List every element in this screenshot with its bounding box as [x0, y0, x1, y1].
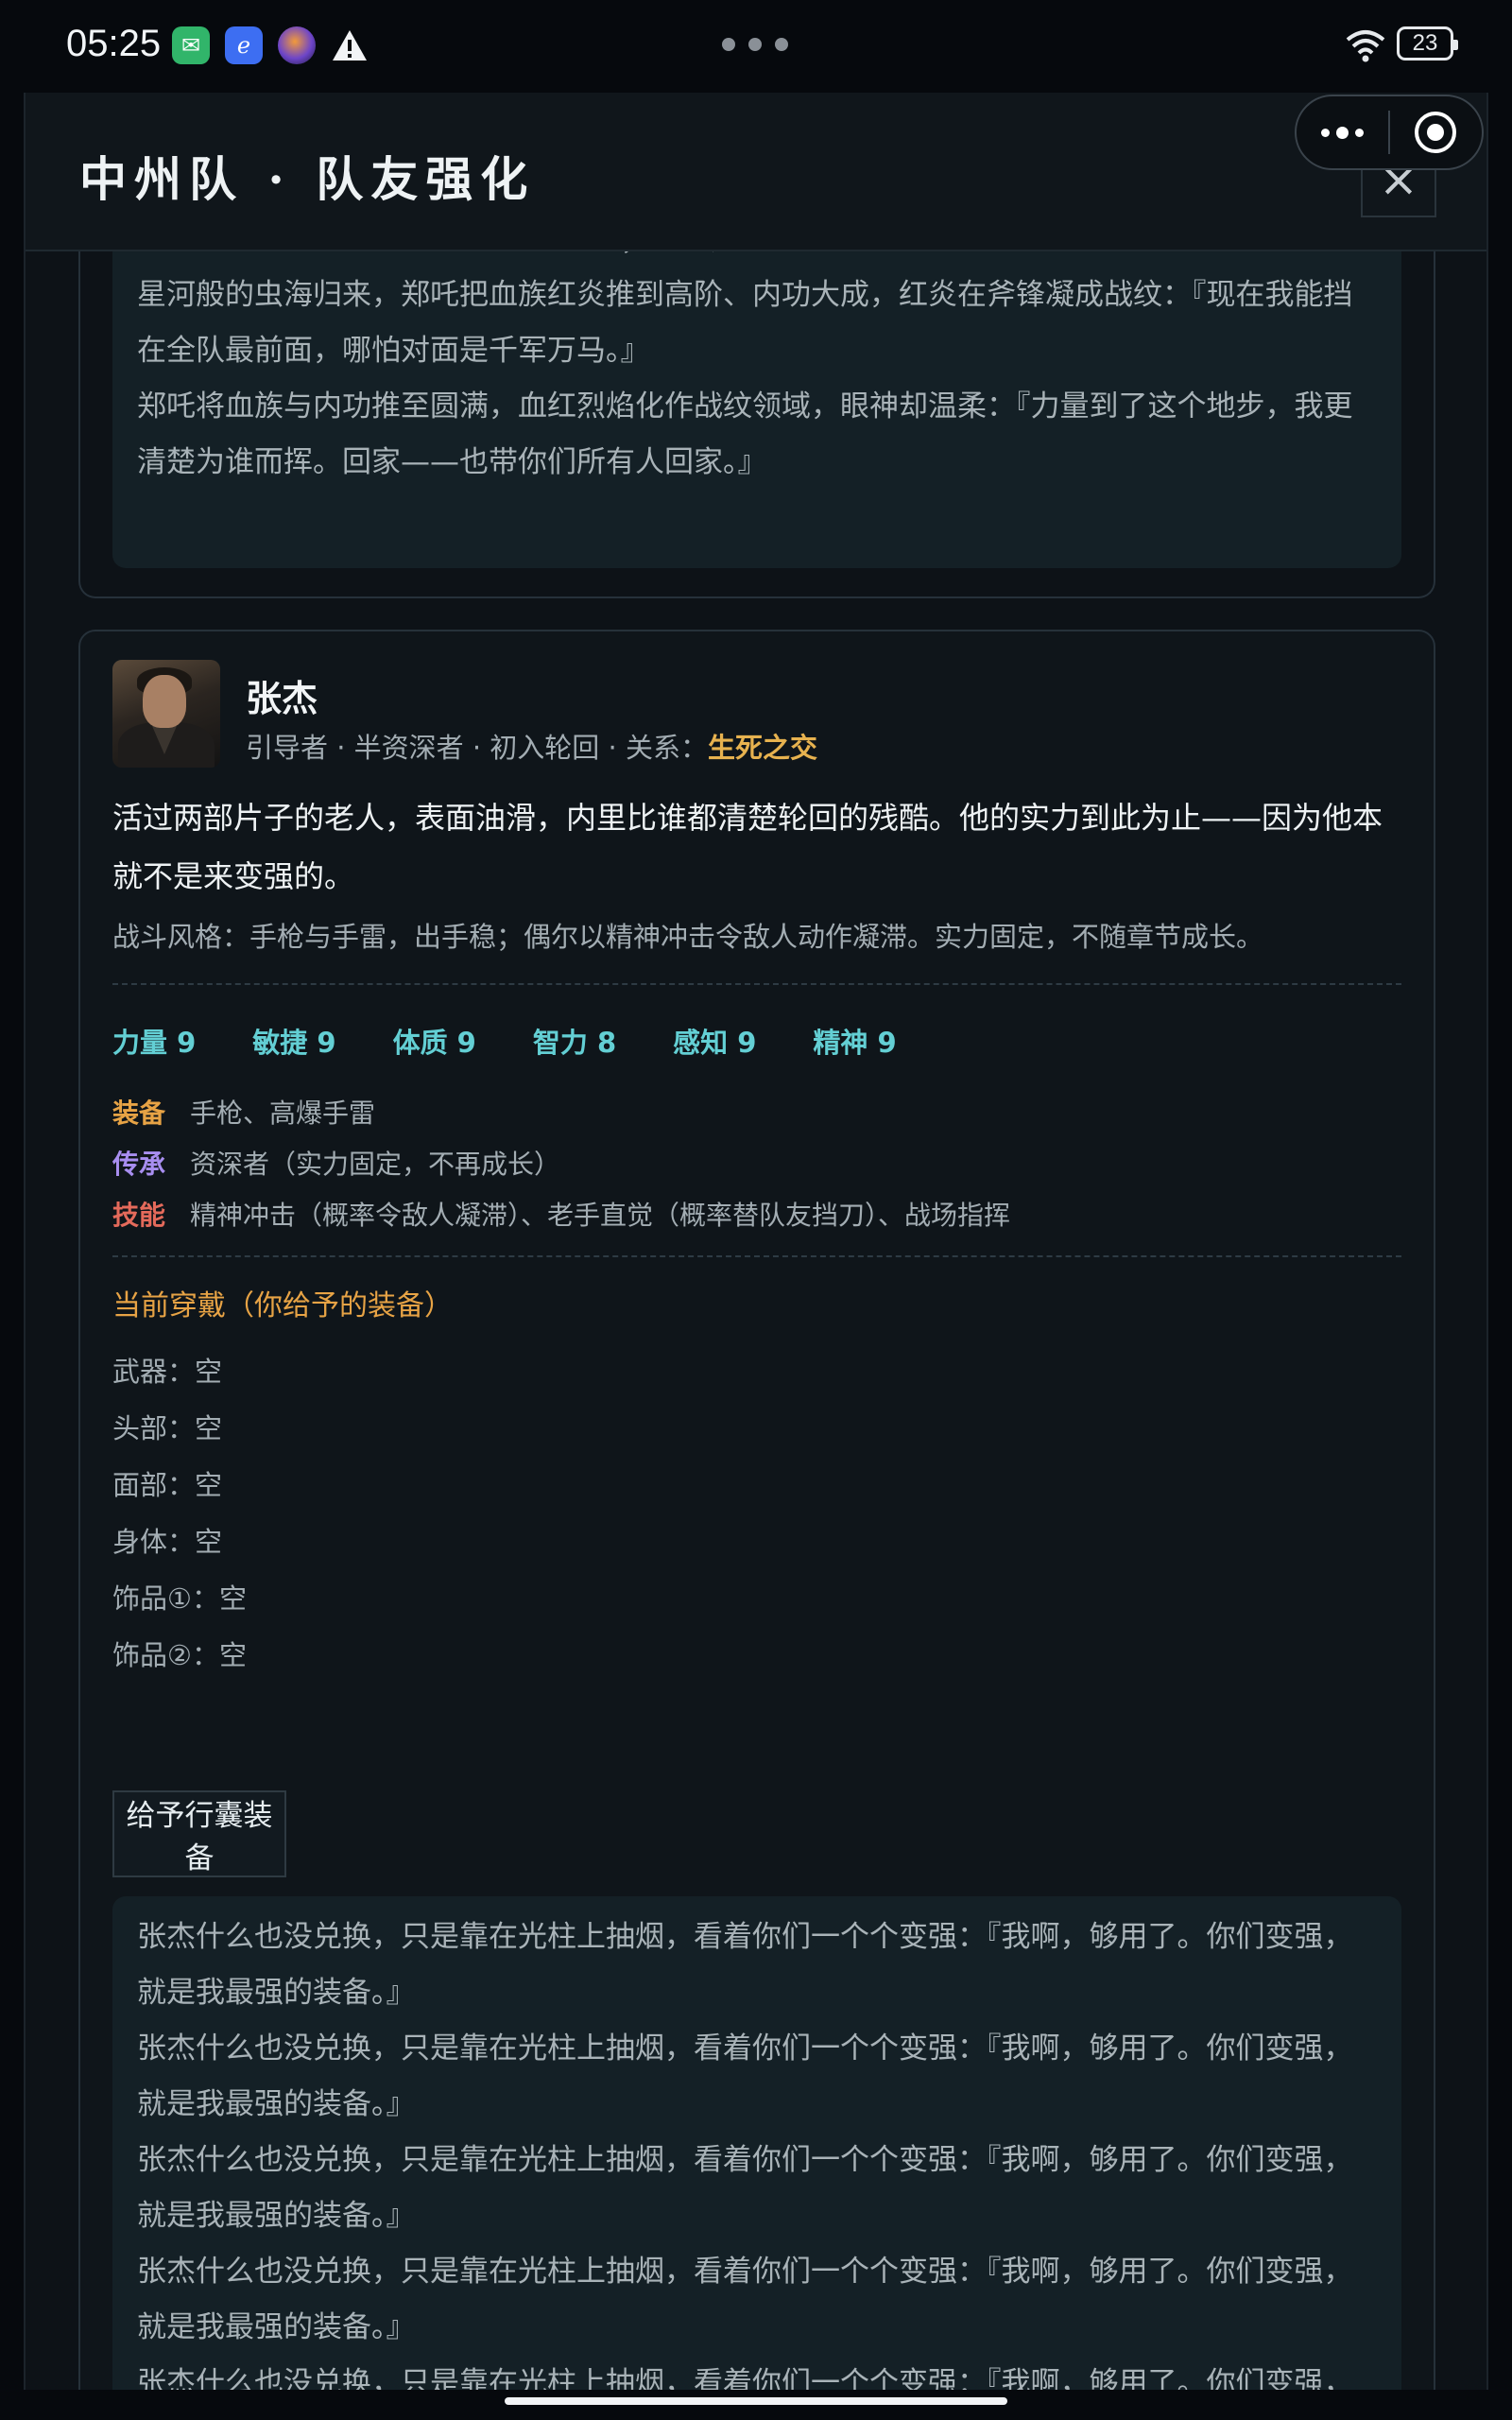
avatar [112, 660, 220, 768]
equipment-row: 装备 手枪、高爆手雷 [112, 1093, 375, 1131]
story-line: 郑吒将血族与内功推至圆满，血红烈焰化作战纹领域，眼神却温柔：『力量到了这个地步，… [137, 389, 1353, 479]
character-meta-text: 引导者 · 半资深者 · 初入轮回 · 关系： [246, 732, 708, 764]
skills-value: 精神冲击（概率令敌人凝滞）、老手直觉（概率替队友挡刀）、战场指挥 [190, 1200, 1011, 1231]
wearing-title: 当前穿戴（你给予的装备） [112, 1289, 453, 1322]
combat-style: 战斗风格：手枪与手雷，出手稳；偶尔以精神冲击令敌人动作凝滞。实力固定，不随章节成… [112, 921, 1264, 953]
character-name: 张杰 [246, 678, 318, 719]
slot-face: 面部：空 [112, 1469, 223, 1501]
equipment-value: 手枪、高爆手雷 [190, 1098, 376, 1129]
equipment-label: 装备 [112, 1098, 166, 1129]
warning-icon [331, 26, 369, 64]
story-line: 张杰什么也没兑换，只是靠在光柱上抽烟，看着你们一个个变强：『我啊，够用了。你们变… [137, 2255, 1353, 2344]
story-line: 星河般的虫海归来，郑吒把血族红炎推到高阶、内功大成，红炎在斧锋凝成战纹：『现在我… [137, 278, 1353, 368]
story-box-zhangjie: 张杰什么也没兑换，只是靠在光柱上抽烟，看着你们一个个变强：『我啊，够用了。你们变… [112, 1896, 1401, 2390]
orb-app-icon [278, 26, 316, 64]
inheritance-value: 资深者（实力固定，不再成长） [190, 1149, 561, 1180]
skills-label: 技能 [112, 1200, 166, 1231]
slot-accessory-1: 饰品①：空 [112, 1582, 247, 1615]
exit-target-icon[interactable] [1390, 96, 1482, 168]
status-time: 05:25 [66, 23, 162, 64]
divider [112, 1255, 1401, 1257]
character-meta: 引导者 · 半资深者 · 初入轮回 · 关系：生死之交 [246, 726, 817, 766]
stat-perception: 感知 9 [673, 1027, 757, 1059]
app-frame: 烫的手掌：『以前我是为了一个人变强；现在，我想护住你们所有人。』 星河般的虫海归… [24, 93, 1488, 2390]
inheritance-row: 传承 资深者（实力固定，不再成长） [112, 1144, 560, 1182]
stat-constitution: 体质 9 [392, 1027, 476, 1059]
stat-strength: 力量 9 [112, 1027, 197, 1059]
divider [112, 983, 1401, 985]
stat-intelligence: 智力 8 [532, 1027, 617, 1059]
story-line: 张杰什么也没兑换，只是靠在光柱上抽烟，看着你们一个个变强：『我啊，够用了。你们变… [137, 2366, 1353, 2390]
slot-head: 头部：空 [112, 1412, 223, 1444]
wifi-icon [1346, 30, 1385, 62]
stat-spirit: 精神 9 [813, 1027, 897, 1059]
status-bar: 05:25 ✉ ℯ 23 [0, 0, 1512, 93]
story-line: 张杰什么也没兑换，只是靠在光柱上抽烟，看着你们一个个变强：『我啊，够用了。你们变… [137, 2143, 1353, 2233]
slot-accessory-2: 饰品②：空 [112, 1639, 247, 1671]
more-menu-icon[interactable] [1297, 96, 1388, 168]
slot-weapon: 武器：空 [112, 1356, 223, 1388]
mail-app-icon: ✉ [172, 26, 210, 64]
character-description: 活过两部片子的老人，表面油滑，内里比谁都清楚轮回的残酷。他的实力到此为止——因为… [112, 800, 1383, 894]
notification-icons: ✉ ℯ [172, 26, 369, 64]
browser-app-icon: ℯ [225, 26, 263, 64]
home-indicator [505, 2397, 1007, 2405]
status-more-dots-icon [722, 38, 788, 51]
relation-badge: 生死之交 [707, 732, 817, 764]
stats-row: 力量 9 敏捷 9 体质 9 智力 8 感知 9 精神 9 [112, 1021, 954, 1061]
page-title: 中州队 · 队友强化 [79, 151, 536, 207]
give-equipment-button[interactable]: 给予行囊装备 [112, 1790, 286, 1877]
slot-body: 身体：空 [112, 1526, 223, 1558]
story-line: 张杰什么也没兑换，只是靠在光柱上抽烟，看着你们一个个变强：『我啊，够用了。你们变… [137, 1920, 1353, 2010]
skills-row: 技能 精神冲击（概率令敌人凝滞）、老手直觉（概率替队友挡刀）、战场指挥 [112, 1195, 1010, 1233]
teammate-card-zhangjie: 张杰 引导者 · 半资深者 · 初入轮回 · 关系：生死之交 活过两部片子的老人… [78, 630, 1435, 2390]
inheritance-label: 传承 [112, 1149, 166, 1180]
battery-indicator: 23 [1397, 26, 1458, 60]
stat-agility: 敏捷 9 [252, 1027, 336, 1059]
story-line: 张杰什么也没兑换，只是靠在光柱上抽烟，看着你们一个个变强：『我啊，够用了。你们变… [137, 2031, 1353, 2121]
miniprogram-capsule [1295, 95, 1484, 170]
page-header: 中州队 · 队友强化 × [26, 93, 1486, 251]
